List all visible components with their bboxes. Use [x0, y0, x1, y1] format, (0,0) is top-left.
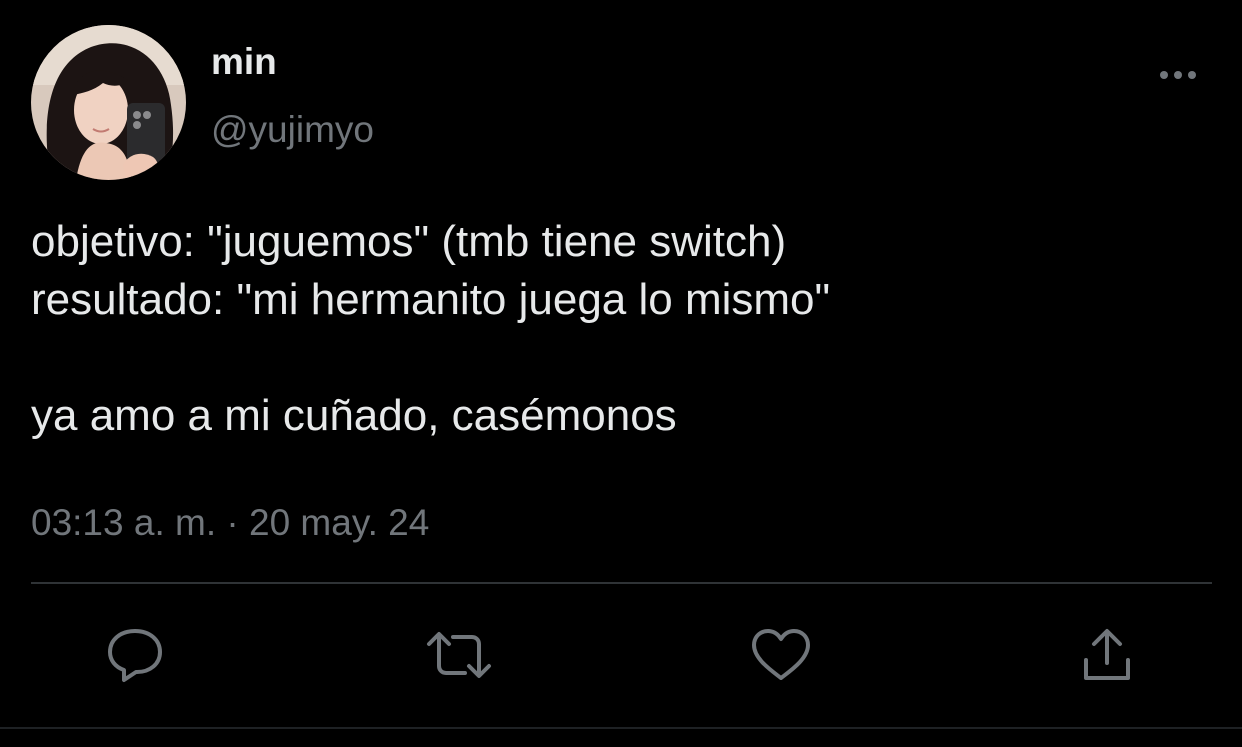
user-handle[interactable]: @yujimyo [211, 108, 374, 152]
share-button[interactable] [1072, 620, 1142, 690]
bottom-divider [0, 727, 1242, 729]
retweet-icon [427, 632, 491, 678]
avatar[interactable] [31, 25, 186, 180]
divider [31, 582, 1212, 584]
retweet-button[interactable] [424, 620, 494, 690]
tweet-timestamp[interactable]: 03:13 a. m. · 20 may. 24 [31, 500, 429, 546]
action-bar [0, 620, 1242, 690]
reply-button[interactable] [100, 620, 170, 690]
tweet-text: objetivo: "juguemos" (tmb tiene switch) … [31, 217, 831, 440]
heart-icon [752, 629, 810, 680]
share-upload-icon [1084, 629, 1130, 680]
more-options-button[interactable] [1155, 60, 1201, 90]
avatar-photo [31, 25, 186, 180]
display-name[interactable]: min [211, 40, 277, 84]
more-horizontal-icon [1160, 71, 1196, 79]
reply-bubble-icon [108, 629, 162, 682]
like-button[interactable] [746, 620, 816, 690]
tweet-card: min @yujimyo objetivo: "juguemos" (tmb t… [0, 0, 1242, 747]
